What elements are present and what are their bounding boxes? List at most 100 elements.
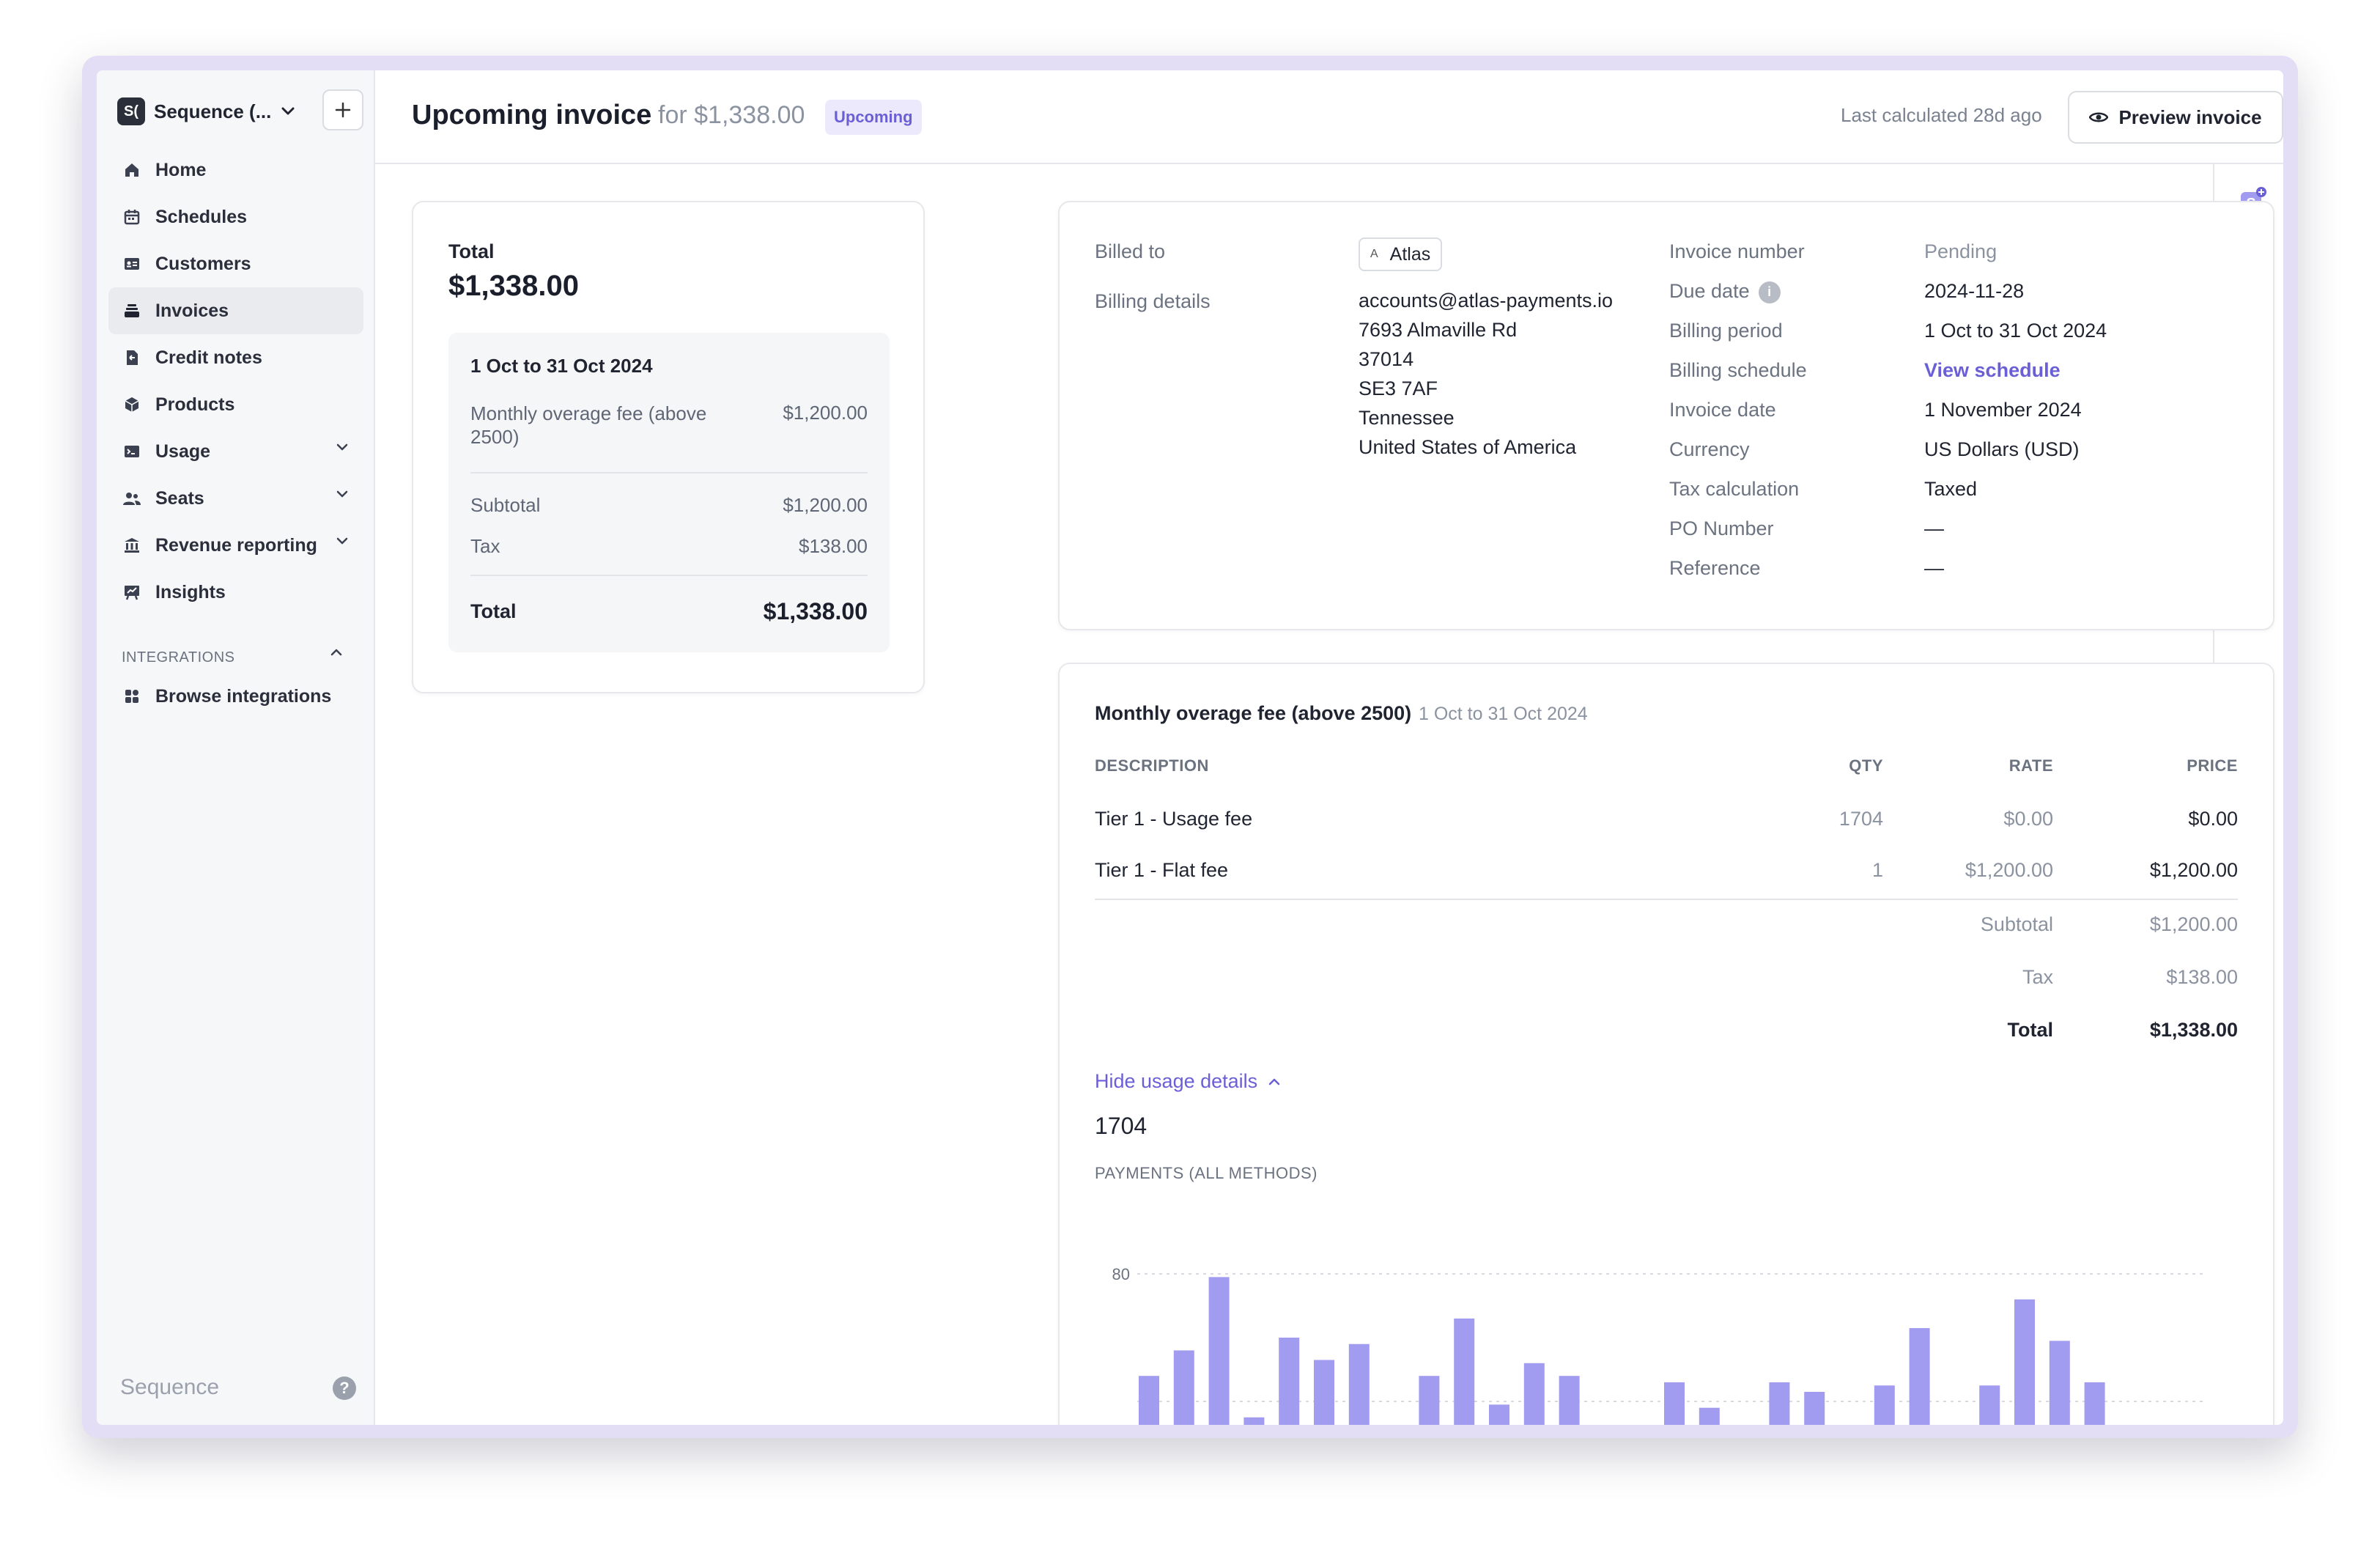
row-rate: $1,200.00 — [1965, 859, 2053, 881]
sidebar-item-usage[interactable]: Usage — [108, 428, 363, 475]
sidebar-item-credit-notes[interactable]: Credit notes — [108, 334, 363, 381]
chart-bar[interactable] — [2084, 1382, 2105, 1425]
billed-to-label: Billed to — [1095, 240, 1166, 262]
sidebar-item-revenue-reporting[interactable]: Revenue reporting — [108, 522, 363, 569]
line-total-value: $1,338.00 — [2149, 1019, 2238, 1041]
status-badge: Upcoming — [825, 100, 922, 135]
chart-bar[interactable] — [1419, 1376, 1440, 1425]
chart-title: PAYMENTS (ALL METHODS) — [1095, 1164, 1318, 1182]
total-row-label: Total — [470, 600, 517, 622]
sidebar-item-label: Seats — [155, 487, 204, 509]
chart-bar[interactable] — [1208, 1277, 1230, 1425]
add-button[interactable] — [322, 89, 363, 130]
y-tick-label: 80 — [1112, 1265, 1130, 1283]
chart-bar[interactable] — [1909, 1327, 1930, 1425]
tax-value: $138.00 — [799, 535, 868, 557]
reference-label: Reference — [1669, 557, 1761, 579]
calendar-icon — [122, 207, 142, 227]
column-header-qty: QTY — [1849, 756, 1883, 775]
workspace-logo: S( — [117, 97, 145, 125]
users-icon — [122, 488, 142, 509]
reference-value: — — [1924, 557, 1944, 579]
chart-bar[interactable] — [1979, 1385, 2000, 1425]
sidebar-item-products[interactable]: Products — [108, 381, 363, 428]
integrations-nav: Browse integrations — [108, 673, 363, 720]
total-amount: $1,338.00 — [448, 270, 579, 302]
sidebar-item-schedules[interactable]: Schedules — [108, 194, 363, 240]
line-subtotal-label: Subtotal — [1980, 913, 2053, 935]
sidebar-item-browse-integrations[interactable]: Browse integrations — [108, 673, 363, 720]
invoice-number-value: Pending — [1924, 240, 1998, 262]
subtotal-label: Subtotal — [470, 494, 541, 516]
breakdown-subtotal-row: Subtotal $1,200.00 — [470, 494, 868, 517]
preview-invoice-button[interactable]: Preview invoice — [2068, 91, 2283, 144]
chart-bar[interactable] — [1348, 1344, 1370, 1425]
breakdown-total-row: Total $1,338.00 — [470, 598, 868, 625]
sidebar-item-customers[interactable]: Customers — [108, 240, 363, 287]
page-subtitle: for $1,338.00 — [658, 101, 805, 129]
info-icon[interactable]: i — [1758, 281, 1781, 303]
bank-icon — [122, 535, 142, 556]
chart-bar[interactable] — [1664, 1382, 1685, 1425]
chevron-up-icon[interactable] — [330, 648, 343, 657]
usage-bar-chart: 80 — [1112, 1265, 2203, 1425]
sidebar: S( Sequence (... Home Schedules Customer… — [97, 70, 375, 1425]
chart-bar[interactable] — [1454, 1318, 1475, 1425]
chart-bar[interactable] — [1243, 1417, 1265, 1425]
workspace-switcher[interactable]: S( Sequence (... — [117, 91, 295, 132]
sidebar-item-seats[interactable]: Seats — [108, 475, 363, 522]
divider — [470, 472, 868, 473]
tax-calculation-value: Taxed — [1924, 478, 1978, 500]
line-items-card: Monthly overage fee (above 2500) 1 Oct t… — [1058, 663, 2274, 1425]
chart-bar[interactable] — [1804, 1391, 1825, 1425]
chart-bar[interactable] — [1139, 1376, 1159, 1425]
invoice-details-card: Billed to A Atlas Billing details accoun… — [1058, 201, 2274, 630]
chevron-down-icon — [336, 537, 348, 545]
line-tax-label: Tax — [2022, 966, 2053, 988]
preview-invoice-label: Preview invoice — [2118, 106, 2262, 128]
total-row-value: $1,338.00 — [763, 598, 868, 624]
chart-bar[interactable] — [1279, 1338, 1300, 1425]
sidebar-nav: Home Schedules Customers Invoices Credit… — [108, 147, 363, 616]
chart-bar[interactable] — [1769, 1382, 1790, 1425]
sidebar-item-invoices[interactable]: Invoices — [108, 287, 363, 334]
chart-bar[interactable] — [1699, 1407, 1720, 1425]
chart-bar[interactable] — [1559, 1376, 1580, 1425]
billing-address: accounts@atlas-payments.io 7693 Almavill… — [1359, 286, 1613, 462]
billing-schedule-label: Billing schedule — [1669, 359, 1807, 381]
workspace-name: Sequence (... — [154, 100, 272, 122]
divider — [470, 575, 868, 576]
last-calculated-text: Last calculated 28d ago — [1841, 104, 2042, 126]
hide-usage-details-button[interactable]: Hide usage details — [1095, 1070, 1281, 1093]
view-schedule-link[interactable]: View schedule — [1924, 359, 2061, 382]
chart-bar[interactable] — [2049, 1341, 2070, 1425]
chart-bar[interactable] — [2014, 1299, 2035, 1425]
total-summary-card: Total $1,338.00 1 Oct to 31 Oct 2024 Mon… — [412, 201, 925, 693]
invoice-number-label: Invoice number — [1669, 240, 1805, 262]
due-date-field: Due date i — [1669, 280, 1781, 303]
sidebar-item-label: Customers — [155, 253, 251, 274]
sidebar-item-home[interactable]: Home — [108, 147, 363, 194]
row-qty: 1704 — [1838, 808, 1883, 830]
customer-chip[interactable]: A Atlas — [1359, 237, 1443, 271]
row-price: $0.00 — [2188, 808, 2238, 830]
address-line: 37014 — [1359, 348, 1414, 370]
box-icon — [122, 394, 142, 415]
brand-logo: Sequence — [120, 1375, 220, 1399]
sidebar-item-label: Insights — [155, 581, 226, 602]
help-icon[interactable]: ? — [333, 1376, 356, 1400]
chart-bar[interactable] — [1523, 1363, 1545, 1425]
chart-bar[interactable] — [1489, 1404, 1509, 1425]
sidebar-item-label: Usage — [155, 441, 211, 462]
chart-bar[interactable] — [1314, 1360, 1334, 1425]
page-title: Upcoming invoice — [412, 100, 652, 130]
address-line: Tennessee — [1359, 407, 1455, 429]
usage-total-value: 1704 — [1095, 1113, 1148, 1139]
chart-bar[interactable] — [1173, 1350, 1194, 1425]
sidebar-item-insights[interactable]: Insights — [108, 569, 363, 616]
invoice-date-label: Invoice date — [1669, 399, 1776, 421]
chart-bar[interactable] — [1874, 1385, 1895, 1425]
chevron-down-icon — [336, 490, 348, 498]
chevron-down-icon — [281, 107, 295, 115]
tax-calculation-label: Tax calculation — [1669, 478, 1800, 500]
